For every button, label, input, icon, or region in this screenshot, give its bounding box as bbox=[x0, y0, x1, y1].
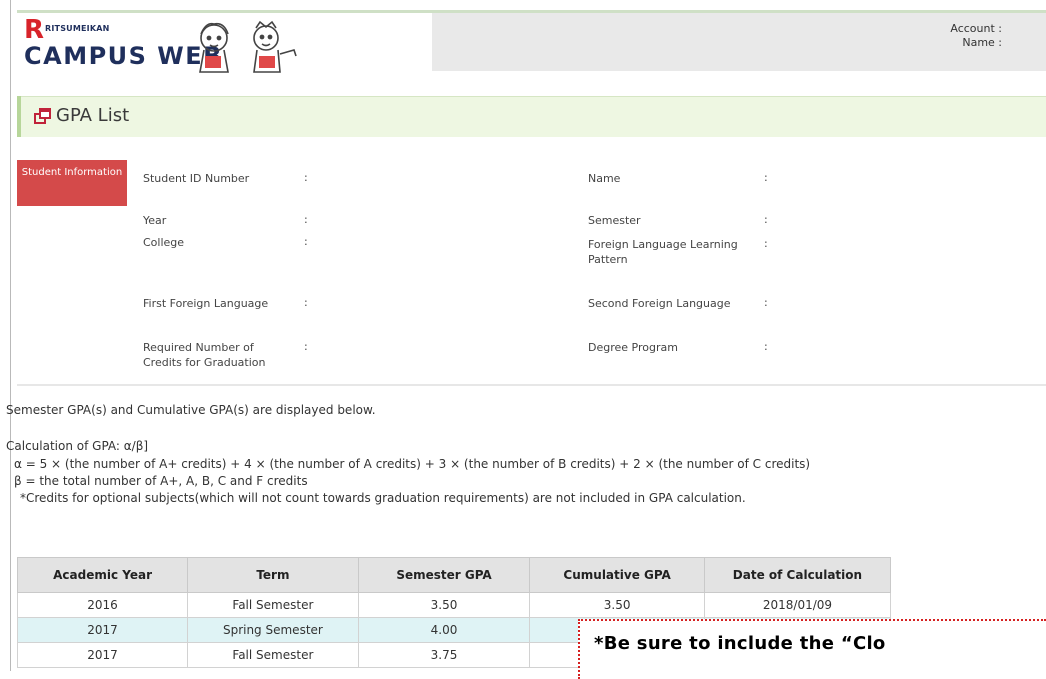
cell-cumulative-gpa: 3.50 bbox=[529, 592, 705, 618]
header-academic-year: Academic Year bbox=[16, 557, 189, 593]
left-border-line bbox=[10, 0, 11, 671]
student-id-label: Student ID Number bbox=[143, 172, 250, 185]
semester-label: Semester bbox=[588, 214, 641, 227]
student-info-badge: Student Information bbox=[17, 160, 127, 206]
cell-term: Fall Semester bbox=[187, 592, 359, 618]
annotation-text: *Be sure to include the “Clo bbox=[594, 633, 886, 654]
cell-semester-gpa: 4.00 bbox=[357, 617, 531, 643]
table-header-row: Academic Year Term Semester GPA Cumulati… bbox=[16, 557, 892, 593]
header-date-of-calculation: Date of Calculation bbox=[703, 557, 892, 593]
page-title-bar bbox=[17, 96, 1046, 137]
cell-term: Fall Semester bbox=[187, 642, 359, 668]
name-field-colon: : bbox=[764, 171, 768, 184]
section-divider bbox=[17, 384, 1046, 386]
required-credits-colon: : bbox=[304, 340, 308, 353]
name-label: Name : bbox=[962, 36, 1002, 49]
second-foreign-language-label: Second Foreign Language bbox=[588, 297, 731, 310]
cell-semester-gpa: 3.75 bbox=[357, 642, 531, 668]
gpa-calc-title: Calculation of GPA: α/β] bbox=[6, 439, 149, 453]
title-bar-accent bbox=[17, 96, 21, 137]
gpa-intro-text: Semester GPA(s) and Cumulative GPA(s) ar… bbox=[6, 403, 376, 417]
second-foreign-language-colon: : bbox=[764, 296, 768, 309]
first-foreign-language-label: First Foreign Language bbox=[143, 297, 269, 310]
logo-r-mark: R bbox=[24, 15, 45, 45]
cell-date: 2018/01/09 bbox=[703, 592, 892, 618]
header-cumulative-gpa: Cumulative GPA bbox=[529, 557, 705, 593]
table-row: 2016 Fall Semester 3.50 3.50 2018/01/09 bbox=[16, 592, 892, 618]
cell-academic-year: 2016 bbox=[16, 592, 189, 618]
college-colon: : bbox=[304, 235, 308, 248]
cell-academic-year: 2017 bbox=[16, 617, 189, 643]
degree-program-label: Degree Program bbox=[588, 341, 678, 354]
account-label: Account : bbox=[950, 22, 1002, 35]
cell-academic-year: 2017 bbox=[16, 642, 189, 668]
gpa-alpha-formula: α = 5 × (the number of A+ credits) + 4 ×… bbox=[14, 457, 811, 471]
mascot-logo-icon bbox=[199, 20, 297, 73]
gpa-beta-formula: β = the total number of A+, A, B, C and … bbox=[14, 474, 308, 488]
first-foreign-language-colon: : bbox=[304, 296, 308, 309]
cell-semester-gpa: 3.50 bbox=[357, 592, 531, 618]
required-credits-label: Required Number of Credits for Graduatio… bbox=[143, 341, 266, 369]
gpa-optional-note: *Credits for optional subjects(which wil… bbox=[20, 491, 746, 505]
language-pattern-colon: : bbox=[764, 237, 768, 250]
college-label: College bbox=[143, 236, 185, 249]
header-term: Term bbox=[187, 557, 359, 593]
name-field-label: Name bbox=[588, 172, 621, 185]
window-icon bbox=[34, 108, 51, 124]
degree-program-colon: : bbox=[764, 340, 768, 353]
account-panel: Account : Name : bbox=[432, 13, 1046, 71]
logo-university-name: RITSUMEIKAN bbox=[45, 24, 110, 33]
cell-term: Spring Semester bbox=[187, 617, 359, 643]
year-colon: : bbox=[304, 213, 308, 226]
header-semester-gpa: Semester GPA bbox=[357, 557, 531, 593]
semester-colon: : bbox=[764, 213, 768, 226]
student-id-colon: : bbox=[304, 171, 308, 184]
page-title: GPA List bbox=[56, 105, 130, 126]
language-pattern-label: Foreign Language Learning Pattern bbox=[588, 238, 738, 266]
year-label: Year bbox=[143, 214, 167, 227]
